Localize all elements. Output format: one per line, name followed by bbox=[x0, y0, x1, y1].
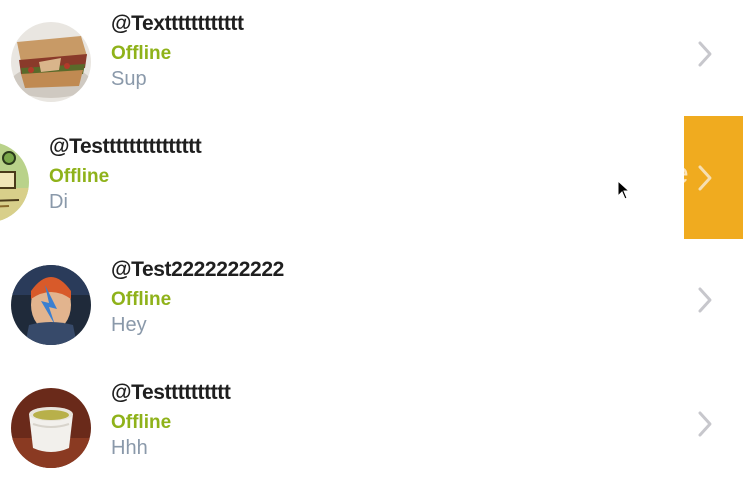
last-message-preview: Hhh bbox=[111, 437, 148, 459]
last-message-preview: Hey bbox=[111, 314, 147, 336]
avatar bbox=[11, 388, 91, 468]
chevron-right-icon bbox=[698, 411, 712, 437]
chevron-right-icon bbox=[698, 41, 712, 67]
chevron-right-icon bbox=[698, 165, 712, 191]
presence-status: Offline bbox=[49, 166, 110, 187]
presence-status: Offline bbox=[111, 412, 172, 433]
avatar bbox=[0, 142, 29, 222]
chat-row[interactable]: @Testtttttttttttttt Offline Di bbox=[0, 116, 743, 239]
swipe-action-button[interactable]: e bbox=[684, 116, 743, 239]
contact-username: @Testttttttttt bbox=[111, 381, 231, 404]
chat-list: @Textttttttttttt Offline Sup @Testtttttt… bbox=[0, 0, 743, 489]
swipe-action-label: e bbox=[684, 157, 689, 191]
contact-username: @Testtttttttttttttt bbox=[49, 135, 202, 158]
chat-row[interactable]: @Textttttttttttt Offline Sup bbox=[0, 0, 743, 115]
chevron-right-icon bbox=[698, 287, 712, 313]
last-message-preview: Di bbox=[49, 191, 68, 213]
last-message-preview: Sup bbox=[111, 68, 147, 90]
presence-status: Offline bbox=[111, 289, 172, 310]
chat-row[interactable]: @Test2222222222 Offline Hey bbox=[0, 240, 743, 363]
contact-username: @Test2222222222 bbox=[111, 258, 284, 281]
chat-row[interactable]: @Testttttttttt Offline Hhh bbox=[0, 364, 743, 487]
mouse-pointer-icon bbox=[617, 180, 631, 200]
presence-status: Offline bbox=[111, 43, 172, 64]
avatar bbox=[11, 265, 91, 345]
avatar bbox=[11, 22, 91, 102]
contact-username: @Textttttttttttt bbox=[111, 12, 244, 35]
